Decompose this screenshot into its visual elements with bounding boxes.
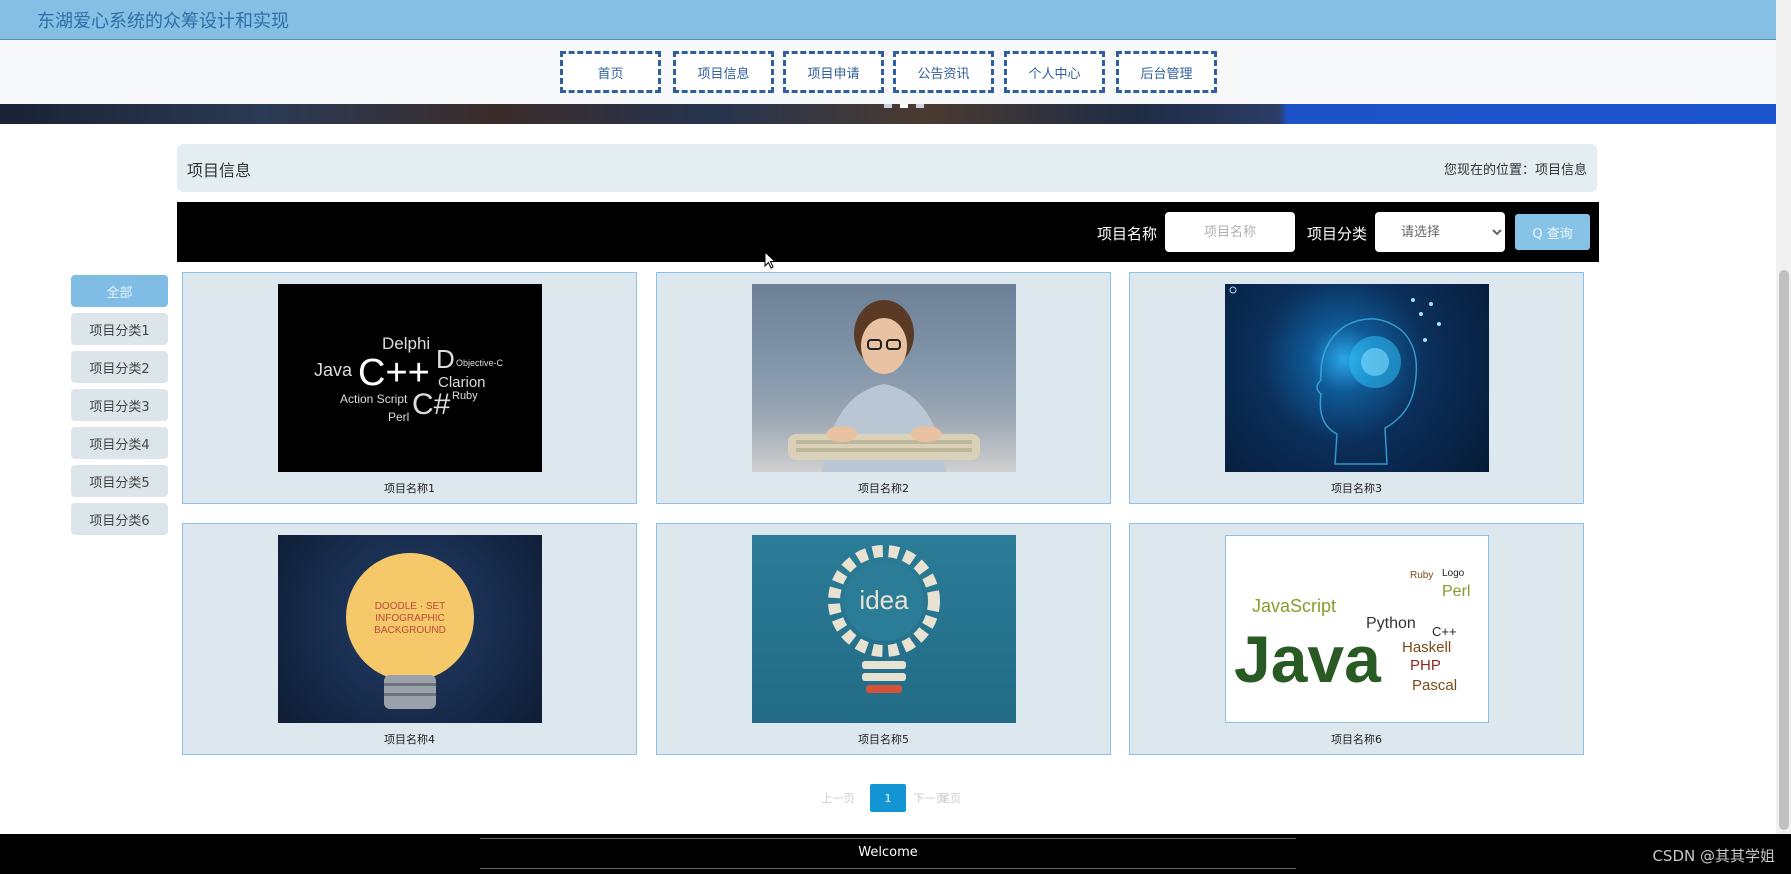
page-title: 项目信息 xyxy=(187,161,252,180)
project-card[interactable]: Java JavaScript Python Haskell PHP Pasca… xyxy=(1129,523,1584,755)
footer: Welcome CSDN @其其学姐 xyxy=(0,834,1791,874)
nav-item-personal-center[interactable]: 个人中心 xyxy=(1004,51,1105,93)
project-name: 项目名称5 xyxy=(858,733,909,746)
nav-item-project-info[interactable]: 项目信息 xyxy=(673,51,774,93)
banner-indicator[interactable] xyxy=(916,104,924,108)
boy-at-keyboard-illustration xyxy=(788,300,980,472)
project-name-label: 项目名称 xyxy=(1097,225,1158,243)
banner-indicator[interactable] xyxy=(900,104,908,108)
svg-text:Logo: Logo xyxy=(1442,568,1465,579)
svg-text:C++: C++ xyxy=(1432,624,1457,639)
project-thumbnail-lightbulb-doodle: DOODLE · SET INFOGRAPHIC BACKGROUND xyxy=(278,535,542,723)
project-card[interactable]: DOODLE · SET INFOGRAPHIC BACKGROUND 项目名称… xyxy=(182,523,637,755)
footer-divider xyxy=(480,838,1296,839)
breadcrumb-panel: 项目信息 您现在的位置：项目信息 xyxy=(177,144,1597,192)
csdn-watermark: CSDN @其其学姐 xyxy=(1652,847,1775,865)
category-item-4[interactable]: 项目分类4 xyxy=(71,427,168,459)
project-card[interactable]: idea 项目名称5 xyxy=(656,523,1111,755)
lightbulb-doodle-illustration: DOODLE · SET INFOGRAPHIC BACKGROUND xyxy=(346,553,474,709)
java-word-cloud-illustration: Java JavaScript Python Haskell PHP Pasca… xyxy=(1234,568,1470,696)
project-card[interactable]: 项目名称3 xyxy=(1129,272,1584,504)
digital-brain-head-illustration xyxy=(1229,286,1441,465)
nav-item-announcements[interactable]: 公告资讯 xyxy=(893,51,994,93)
svg-text:Ruby: Ruby xyxy=(1410,570,1433,581)
nav-item-home[interactable]: 首页 xyxy=(560,51,661,93)
breadcrumb-location: 您现在的位置：项目信息 xyxy=(1443,163,1587,178)
category-item-6[interactable]: 项目分类6 xyxy=(71,503,168,535)
svg-text:INFOGRAPHIC: INFOGRAPHIC xyxy=(375,613,444,624)
site-title: 东湖爱心系统的众筹设计和实现 xyxy=(37,11,289,32)
category-item-all[interactable]: 全部 xyxy=(71,275,168,307)
banner-indicator[interactable] xyxy=(884,104,892,108)
project-category-select[interactable]: 请选择 xyxy=(1375,212,1505,252)
main-nav: 首页 项目信息 项目申请 公告资讯 个人中心 后台管理 xyxy=(0,40,1776,104)
svg-text:PHP: PHP xyxy=(1410,657,1441,674)
page-scrollbar[interactable] xyxy=(1776,0,1791,834)
svg-text:idea: idea xyxy=(859,585,909,615)
project-name-input[interactable] xyxy=(1165,212,1295,252)
svg-text:JavaScript: JavaScript xyxy=(1252,596,1336,616)
project-thumbnail-digital-head xyxy=(1225,284,1489,472)
search-button[interactable]: Q 查询 xyxy=(1515,214,1590,250)
svg-text:BACKGROUND: BACKGROUND xyxy=(374,625,446,636)
footer-divider xyxy=(480,868,1296,869)
svg-text:Pascal: Pascal xyxy=(1412,677,1457,694)
project-thumbnail-java-cloud: Java JavaScript Python Haskell PHP Pasca… xyxy=(1225,535,1489,723)
top-title-bar: 东湖爱心系统的众筹设计和实现 xyxy=(0,0,1776,40)
prev-page-button[interactable]: 上一页 xyxy=(806,784,870,812)
nav-item-project-apply[interactable]: 项目申请 xyxy=(783,51,884,93)
nav-item-admin[interactable]: 后台管理 xyxy=(1116,51,1217,93)
project-name: 项目名称6 xyxy=(1331,733,1382,746)
svg-text:DOODLE · SET: DOODLE · SET xyxy=(375,601,446,612)
banner-image xyxy=(0,104,1776,124)
svg-text:Java: Java xyxy=(1234,622,1382,696)
project-card[interactable]: Delphi C++ D Java C# Clarion Action Scri… xyxy=(182,272,637,504)
project-thumbnail-boy-keyboard xyxy=(752,284,1016,472)
category-item-1[interactable]: 项目分类1 xyxy=(71,313,168,345)
last-page-button[interactable]: 尾页 xyxy=(930,784,970,812)
footer-welcome: Welcome xyxy=(858,845,918,860)
search-bar: 项目名称 项目分类 请选择 Q 查询 xyxy=(177,202,1599,262)
svg-text:Haskell: Haskell xyxy=(1402,639,1451,656)
project-name: 项目名称3 xyxy=(1331,482,1382,495)
mouse-cursor-icon xyxy=(764,251,776,269)
page: 东湖爱心系统的众筹设计和实现 首页 项目信息 项目申请 公告资讯 个人中心 后台… xyxy=(0,0,1791,874)
svg-text:Perl: Perl xyxy=(1442,583,1470,600)
project-thumbnail-code-cloud: Delphi C++ D Java C# Clarion Action Scri… xyxy=(278,284,542,472)
category-item-2[interactable]: 项目分类2 xyxy=(71,351,168,383)
page-number-current[interactable]: 1 xyxy=(870,784,906,812)
scrollbar-thumb[interactable] xyxy=(1779,270,1789,830)
project-name: 项目名称4 xyxy=(384,733,435,746)
category-item-3[interactable]: 项目分类3 xyxy=(71,389,168,421)
idea-gear-bulb-illustration: idea xyxy=(828,545,940,693)
project-name: 项目名称1 xyxy=(384,482,435,495)
project-card[interactable]: 项目名称2 xyxy=(656,272,1111,504)
project-category-label: 项目分类 xyxy=(1307,225,1368,243)
category-item-5[interactable]: 项目分类5 xyxy=(71,465,168,497)
svg-text:Python: Python xyxy=(1366,615,1416,632)
project-name: 项目名称2 xyxy=(858,482,909,495)
project-thumbnail-idea-gear: idea xyxy=(752,535,1016,723)
